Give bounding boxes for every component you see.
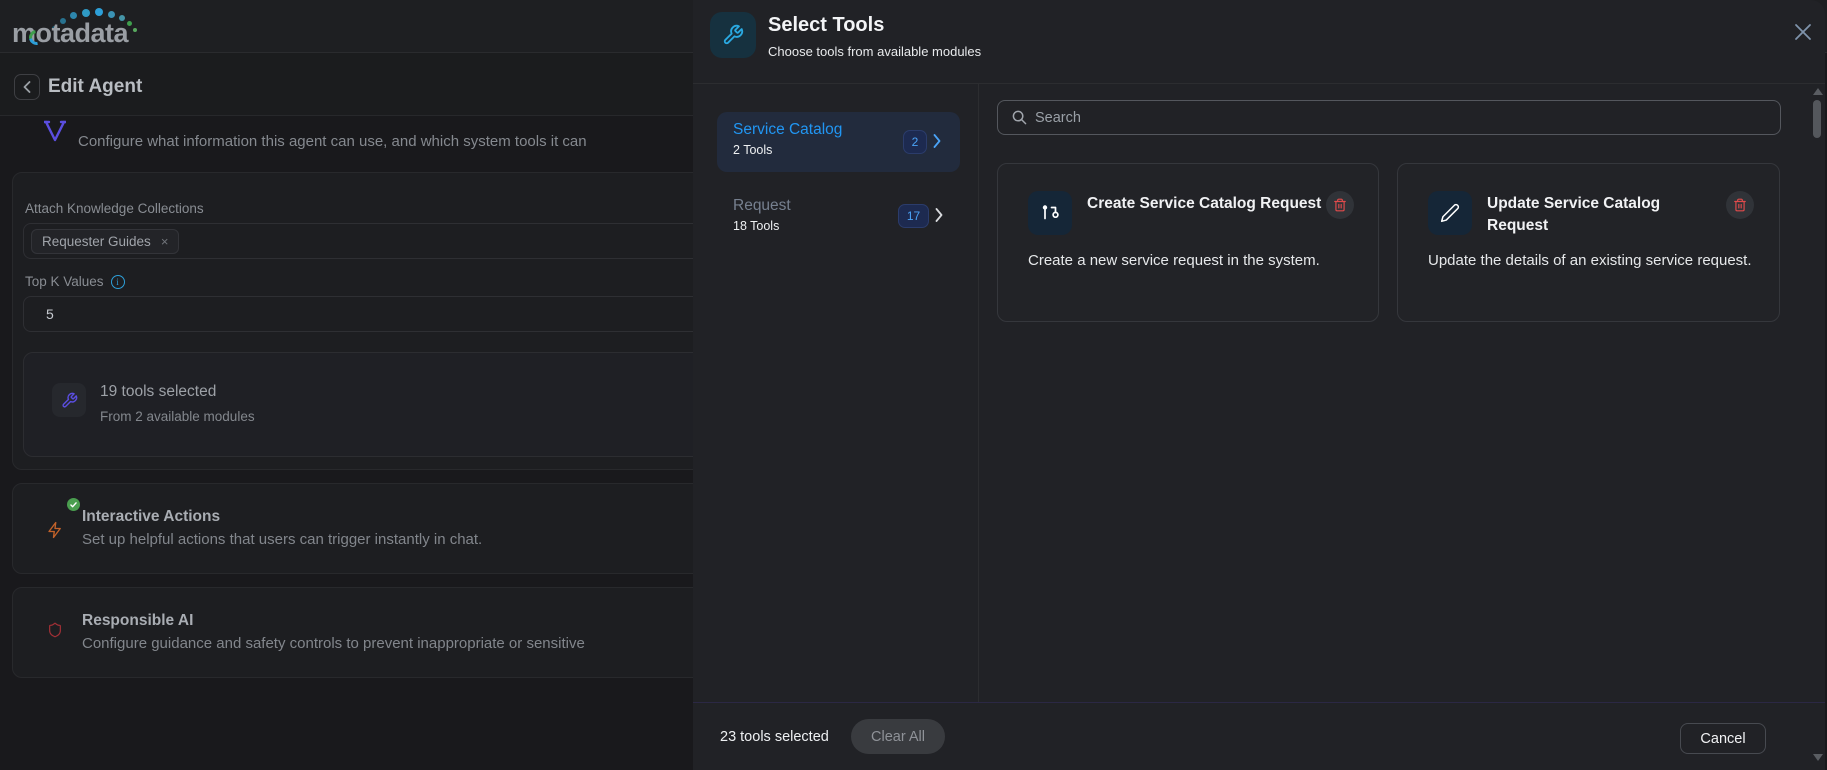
module-name: Request bbox=[733, 197, 791, 215]
chip-remove-icon[interactable]: × bbox=[161, 234, 169, 249]
modal-subtitle: Choose tools from available modules bbox=[768, 44, 981, 59]
pencil-icon bbox=[1428, 191, 1472, 235]
tool-title: Update Service Catalog Request bbox=[1487, 193, 1722, 237]
chevron-right-icon bbox=[935, 208, 943, 222]
back-button[interactable] bbox=[14, 74, 40, 100]
responsible-ai-title: Responsible AI bbox=[82, 612, 193, 630]
tool-card-create-service-catalog-request[interactable]: Create Service Catalog Request Create a … bbox=[997, 163, 1379, 322]
tool-description: Update the details of an existing servic… bbox=[1428, 249, 1758, 273]
module-list: Service Catalog 2 Tools 2 Request 18 Too… bbox=[693, 84, 979, 702]
close-button[interactable] bbox=[1789, 18, 1817, 46]
clear-all-button[interactable]: Clear All bbox=[851, 719, 945, 754]
search-icon bbox=[1012, 110, 1027, 125]
lightning-icon bbox=[46, 517, 64, 543]
config-hint-row: Configure what information this agent ca… bbox=[0, 116, 693, 172]
topk-label-row: Top K Values i bbox=[25, 274, 125, 289]
page-title: Edit Agent bbox=[48, 76, 142, 98]
page-header: Edit Agent bbox=[0, 53, 693, 116]
select-tools-modal: Select Tools Choose tools from available… bbox=[693, 0, 1825, 770]
scrollbar-thumb[interactable] bbox=[1813, 100, 1821, 138]
git-branch-icon bbox=[1028, 191, 1072, 235]
delete-tool-button[interactable] bbox=[1726, 191, 1754, 219]
topk-label: Top K Values bbox=[25, 274, 104, 289]
wrench-icon-blue bbox=[710, 12, 756, 58]
agent-icon bbox=[44, 120, 66, 146]
module-name: Service Catalog bbox=[733, 121, 842, 139]
selected-count-badge: 17 bbox=[898, 204, 929, 228]
tool-card-update-service-catalog-request[interactable]: Update Service Catalog Request Update th… bbox=[1397, 163, 1780, 322]
scroll-down-arrow[interactable] bbox=[1813, 754, 1823, 761]
vertical-scrollbar[interactable] bbox=[1811, 84, 1823, 770]
wrench-icon-purple bbox=[52, 383, 86, 417]
cancel-button[interactable]: Cancel bbox=[1680, 723, 1766, 754]
chevron-right-icon bbox=[933, 134, 941, 148]
tools-selected-count: 19 tools selected bbox=[100, 383, 216, 401]
search-bar[interactable] bbox=[997, 100, 1781, 135]
logo-dot bbox=[108, 11, 115, 18]
responsible-ai-desc: Configure guidance and safety controls t… bbox=[82, 635, 585, 652]
tools-panel: Create Service Catalog Request Create a … bbox=[980, 84, 1825, 702]
trash-icon bbox=[1333, 198, 1347, 212]
selected-tools-count: 23 tools selected bbox=[720, 729, 829, 745]
scroll-up-arrow[interactable] bbox=[1813, 88, 1823, 95]
module-item-service-catalog[interactable]: Service Catalog 2 Tools 2 bbox=[717, 112, 960, 172]
module-tool-count: 2 Tools bbox=[733, 143, 772, 157]
tool-description: Create a new service request in the syst… bbox=[1028, 249, 1358, 273]
logo-dot bbox=[133, 28, 137, 32]
motadata-logo: motadata bbox=[12, 4, 162, 50]
module-item-request[interactable]: Request 18 Tools 17 bbox=[717, 194, 960, 248]
delete-tool-button[interactable] bbox=[1326, 191, 1354, 219]
collection-chip[interactable]: Requester Guides × bbox=[31, 229, 179, 254]
modal-footer: 23 tools selected Clear All Cancel bbox=[693, 702, 1825, 770]
enabled-check-icon bbox=[67, 498, 80, 511]
attach-knowledge-label: Attach Knowledge Collections bbox=[25, 201, 204, 216]
tool-title: Create Service Catalog Request bbox=[1087, 193, 1322, 215]
tools-selected-modules: From 2 available modules bbox=[100, 409, 255, 424]
trash-icon bbox=[1733, 198, 1747, 212]
interactive-actions-desc: Set up helpful actions that users can tr… bbox=[82, 531, 482, 548]
close-icon bbox=[1793, 22, 1813, 42]
logo-dot bbox=[95, 8, 103, 16]
logo-dot bbox=[82, 9, 90, 17]
search-input[interactable] bbox=[1035, 110, 1735, 126]
module-tool-count: 18 Tools bbox=[733, 219, 779, 233]
collection-chip-label: Requester Guides bbox=[42, 234, 151, 249]
interactive-actions-title: Interactive Actions bbox=[82, 508, 220, 526]
modal-title: Select Tools bbox=[768, 14, 884, 37]
chevron-left-icon bbox=[23, 81, 31, 93]
info-icon[interactable]: i bbox=[111, 275, 125, 289]
selected-count-badge: 2 bbox=[903, 130, 927, 154]
shield-icon bbox=[47, 618, 63, 642]
config-hint-text: Configure what information this agent ca… bbox=[78, 133, 587, 150]
